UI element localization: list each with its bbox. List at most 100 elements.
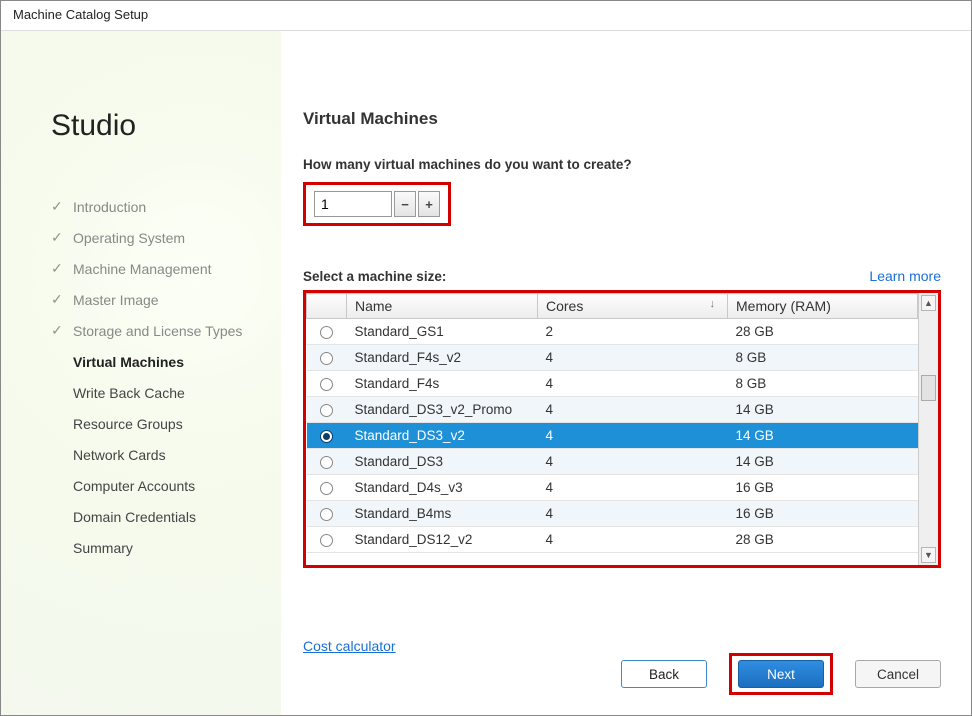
cell-memory: 28 GB [728,319,918,345]
check-icon: ✓ [51,291,67,308]
check-icon: ✓ [51,322,67,339]
machine-size-grid-highlight: Name Cores ↓ Memory (RAM) Standard_GS122… [303,290,941,568]
cell-memory: 16 GB [728,501,918,527]
vm-count-stepper-highlight: − + [303,182,451,226]
wizard-step-label: Domain Credentials [73,509,196,525]
vm-count-input[interactable] [314,191,392,217]
column-memory[interactable]: Memory (RAM) [728,294,918,319]
learn-more-link[interactable]: Learn more [869,268,941,284]
machine-size-label: Select a machine size: [303,269,446,284]
increment-button[interactable]: + [418,191,440,217]
table-row[interactable]: Standard_DS3_v2_Promo414 GB [307,397,918,423]
cell-cores: 4 [538,345,728,371]
cell-cores: 4 [538,371,728,397]
row-radio[interactable] [320,430,333,443]
table-row[interactable]: Standard_DS3_v2414 GB [307,423,918,449]
table-row[interactable]: Standard_DS3414 GB [307,449,918,475]
cell-name: Standard_F4s [347,371,538,397]
column-name[interactable]: Name [347,294,538,319]
table-row[interactable]: Standard_DS12_v2428 GB [307,527,918,553]
next-button[interactable]: Next [738,660,824,688]
wizard-step[interactable]: ✓Virtual Machines [51,346,263,377]
wizard-step[interactable]: ✓ Storage and License Types [51,315,263,346]
wizard-step[interactable]: ✓Network Cards [51,439,263,470]
wizard-step[interactable]: ✓Computer Accounts [51,470,263,501]
wizard-step-label: Storage and License Types [73,323,242,339]
wizard-step[interactable]: ✓Resource Groups [51,408,263,439]
row-radio[interactable] [320,326,333,339]
cell-name: Standard_B4ms [347,501,538,527]
column-radio [307,294,347,319]
machine-size-grid[interactable]: Name Cores ↓ Memory (RAM) Standard_GS122… [306,293,918,565]
column-cores[interactable]: Cores ↓ [538,294,728,319]
table-row[interactable]: Standard_GS1228 GB [307,319,918,345]
table-row[interactable]: Standard_F4s_v248 GB [307,345,918,371]
cell-name: Standard_DS3 [347,449,538,475]
table-row[interactable]: Standard_D4s_v3416 GB [307,475,918,501]
grid-scrollbar[interactable]: ▲ ▼ [918,293,938,565]
check-icon: ✓ [51,198,67,215]
back-button[interactable]: Back [621,660,707,688]
studio-logo: Studio [51,109,263,143]
scroll-thumb[interactable] [921,375,936,401]
cell-memory: 14 GB [728,423,918,449]
wizard-content: Studio ✓Introduction✓Operating System✓Ma… [1,31,971,715]
wizard-step[interactable]: ✓ Machine Management [51,253,263,284]
check-icon: ✓ [51,229,67,246]
cell-cores: 2 [538,319,728,345]
cell-name: Standard_DS12_v2 [347,527,538,553]
cell-cores: 4 [538,449,728,475]
wizard-step[interactable]: ✓Domain Credentials [51,501,263,532]
check-icon: ✓ [51,260,67,277]
cell-cores: 4 [538,423,728,449]
row-radio[interactable] [320,482,333,495]
wizard-step[interactable]: ✓ Introduction [51,191,263,222]
scroll-down-icon[interactable]: ▼ [921,547,936,563]
cell-name: Standard_D4s_v3 [347,475,538,501]
wizard-step[interactable]: ✓ Master Image [51,284,263,315]
wizard-step-label: Introduction [73,199,146,215]
row-radio[interactable] [320,456,333,469]
wizard-step[interactable]: ✓Summary [51,532,263,563]
table-row[interactable]: Standard_F4s48 GB [307,371,918,397]
wizard-step-label: Resource Groups [73,416,183,432]
sort-descending-icon: ↓ [710,298,716,310]
wizard-step-label: Summary [73,540,133,556]
row-radio[interactable] [320,352,333,365]
wizard-step[interactable]: ✓Operating System [51,222,263,253]
wizard-step-label: Virtual Machines [73,354,184,370]
wizard-step-label: Machine Management [73,261,212,277]
wizard-step-label: Network Cards [73,447,166,463]
main-panel: Virtual Machines How many virtual machin… [281,31,971,715]
next-button-highlight: Next [729,653,833,695]
row-radio[interactable] [320,534,333,547]
wizard-step-label: Computer Accounts [73,478,195,494]
cell-memory: 28 GB [728,527,918,553]
row-radio[interactable] [320,508,333,521]
sidebar: Studio ✓Introduction✓Operating System✓Ma… [1,31,281,715]
cell-name: Standard_DS3_v2 [347,423,538,449]
window-title: Machine Catalog Setup [1,1,971,31]
wizard-footer-buttons: Back Next Cancel [621,653,941,695]
cell-cores: 4 [538,397,728,423]
cell-name: Standard_DS3_v2_Promo [347,397,538,423]
cell-name: Standard_GS1 [347,319,538,345]
wizard-step[interactable]: ✓Write Back Cache [51,377,263,408]
cell-memory: 8 GB [728,371,918,397]
page-heading: Virtual Machines [303,109,941,129]
cell-memory: 14 GB [728,397,918,423]
table-row[interactable]: Standard_B4ms416 GB [307,501,918,527]
cell-cores: 4 [538,501,728,527]
row-radio[interactable] [320,404,333,417]
row-radio[interactable] [320,378,333,391]
scroll-up-icon[interactable]: ▲ [921,295,936,311]
cost-calculator-link[interactable]: Cost calculator [303,638,396,654]
cell-memory: 8 GB [728,345,918,371]
cell-cores: 4 [538,527,728,553]
decrement-button[interactable]: − [394,191,416,217]
wizard-steps-list: ✓Introduction✓Operating System✓Machine M… [51,191,263,563]
cancel-button[interactable]: Cancel [855,660,941,688]
wizard-step-label: Master Image [73,292,159,308]
wizard-step-label: Write Back Cache [73,385,185,401]
cell-memory: 16 GB [728,475,918,501]
